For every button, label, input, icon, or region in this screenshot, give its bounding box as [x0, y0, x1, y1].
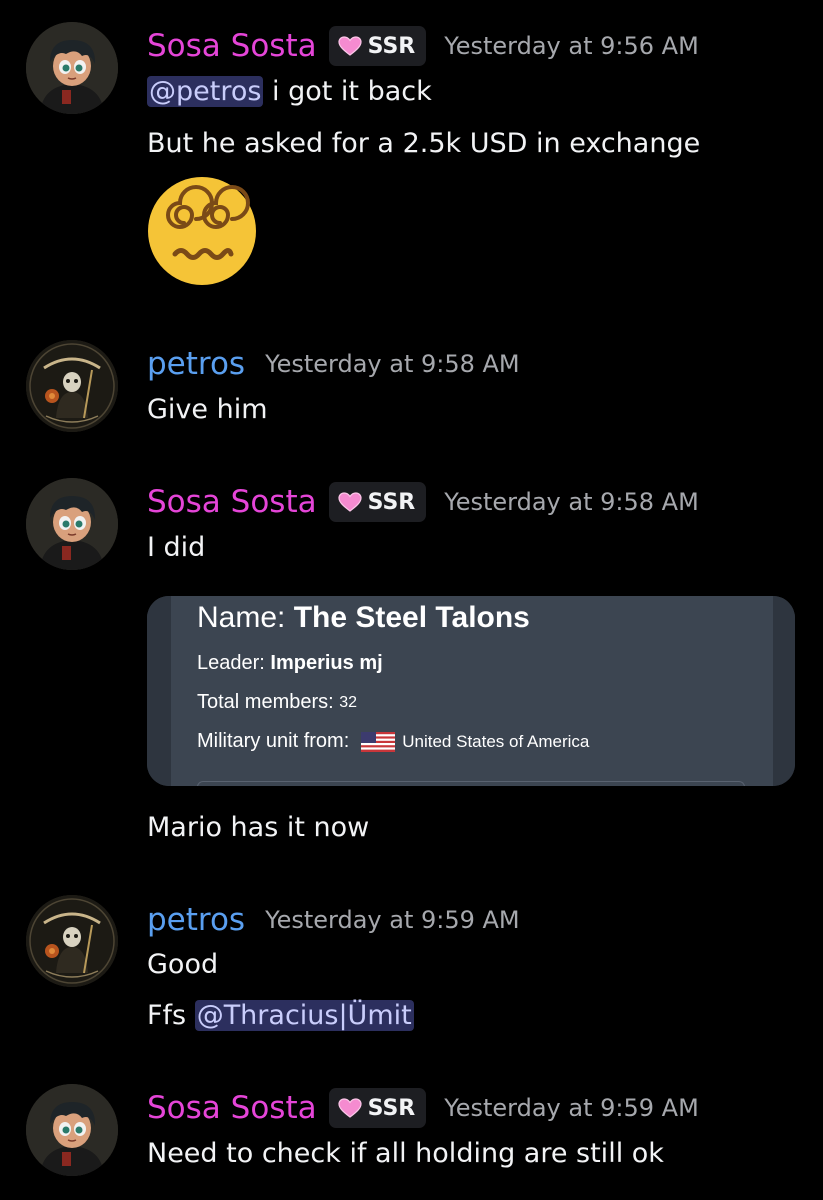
message-text: Give him: [147, 394, 268, 425]
image-attachment[interactable]: Name: The Steel Talons Leader: Imperius …: [147, 596, 795, 786]
role-tag[interactable]: SSR: [328, 1088, 427, 1128]
dizzy-face-emoji[interactable]: [147, 176, 257, 286]
message-text: But he asked for a 2.5k USD in exchange: [147, 128, 701, 159]
embed-members-label: Total members:: [197, 691, 334, 713]
embed-name-label: Name:: [197, 601, 286, 634]
message-text: Need to check if all holding are still o…: [147, 1138, 664, 1169]
message-header: Sosa Sosta SSR Yesterday at 9:56 AM: [147, 26, 699, 66]
message-header: Sosa Sosta SSR Yesterday at 9:58 AM: [147, 482, 699, 522]
role-tag[interactable]: SSR: [328, 26, 427, 66]
user-mention[interactable]: @Thracius|Ümit: [194, 1000, 414, 1031]
user-mention[interactable]: @petros: [147, 76, 264, 107]
embed-members-row: Total members: 32: [197, 691, 357, 714]
avatar-petros[interactable]: [26, 340, 118, 432]
username[interactable]: petros: [147, 902, 245, 938]
timestamp: Yesterday at 9:58 AM: [444, 488, 699, 516]
message-text: Mario has it now: [147, 812, 370, 843]
image-edge: [773, 596, 795, 786]
embed-unit-value: United States of America: [402, 731, 590, 751]
timestamp: Yesterday at 9:59 AM: [444, 1094, 699, 1122]
image-edge: [147, 596, 171, 786]
embed-name-row: Name: The Steel Talons: [197, 601, 530, 635]
message-text: Good: [147, 949, 219, 980]
message-header: petros Yesterday at 9:58 AM: [147, 346, 520, 382]
username[interactable]: Sosa Sosta: [147, 484, 317, 520]
message-text: I did: [147, 532, 206, 563]
embed-unit-label: Military unit from:: [197, 730, 350, 752]
avatar-sosa[interactable]: [26, 22, 118, 114]
message-header: Sosa Sosta SSR Yesterday at 9:59 AM: [147, 1088, 699, 1128]
embed-name-value: The Steel Talons: [293, 601, 530, 634]
us-flag-icon: [361, 731, 396, 752]
avatar-petros[interactable]: [26, 895, 118, 987]
message-text: Ffs @Thracius|Ümit: [147, 1000, 414, 1031]
role-tag-label: SSR: [367, 33, 416, 59]
username[interactable]: Sosa Sosta: [147, 1090, 317, 1126]
pink-heart-icon: [338, 1098, 362, 1118]
message-fragment: Ffs: [147, 1000, 195, 1031]
timestamp: Yesterday at 9:59 AM: [265, 906, 520, 934]
embed-leader-value: Imperius mj: [270, 652, 383, 674]
role-tag[interactable]: SSR: [328, 482, 427, 522]
message-header: petros Yesterday at 9:59 AM: [147, 902, 520, 938]
role-tag-label: SSR: [367, 489, 416, 515]
timestamp: Yesterday at 9:58 AM: [265, 350, 520, 378]
message-fragment: i got it back: [263, 76, 432, 107]
username[interactable]: petros: [147, 346, 245, 382]
timestamp: Yesterday at 9:56 AM: [444, 32, 699, 60]
embed-leader-label: Leader:: [197, 652, 265, 674]
message-text: @petros i got it back: [147, 76, 432, 107]
embed-unit-row: Military unit from: United States of Ame…: [197, 730, 589, 753]
embed-leader-row: Leader: Imperius mj: [197, 652, 383, 675]
embed-divider: [197, 781, 745, 786]
pink-heart-icon: [338, 36, 362, 56]
embed-members-value: 32: [339, 693, 358, 711]
username[interactable]: Sosa Sosta: [147, 28, 317, 64]
role-tag-label: SSR: [367, 1095, 416, 1121]
avatar-sosa[interactable]: [26, 478, 118, 570]
pink-heart-icon: [338, 492, 362, 512]
avatar-sosa[interactable]: [26, 1084, 118, 1176]
